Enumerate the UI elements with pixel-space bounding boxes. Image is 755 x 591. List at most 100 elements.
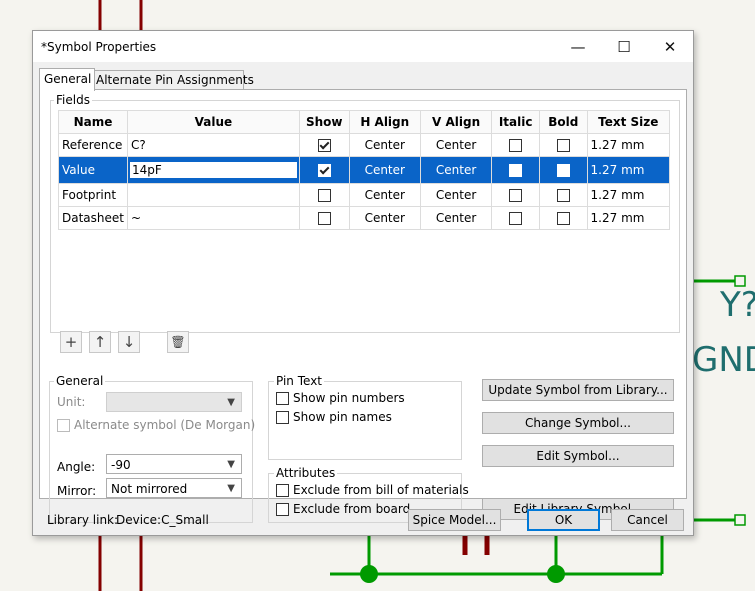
chevron-down-icon: ▼	[227, 459, 235, 470]
col-header-text-size[interactable]: Text Size	[586, 110, 671, 134]
exclude-board-label[interactable]: Exclude from board	[293, 502, 410, 516]
minimize-icon[interactable]: —	[555, 31, 601, 62]
italic-checkbox[interactable]	[509, 164, 523, 177]
v-align-cell[interactable]: Center	[419, 183, 493, 207]
exclude-bom-row[interactable]: Exclude from bill of materials	[276, 483, 469, 497]
show-pin-names-checkbox[interactable]	[276, 410, 289, 424]
bold-cell[interactable]	[538, 133, 588, 157]
italic-cell[interactable]	[491, 183, 540, 207]
field-name-cell[interactable]: Footprint	[58, 183, 128, 207]
italic-checkbox[interactable]	[509, 189, 523, 202]
italic-cell[interactable]	[491, 206, 540, 230]
ok-button[interactable]: OK	[527, 509, 600, 531]
angle-value: -90	[111, 458, 131, 472]
show-checkbox[interactable]	[317, 139, 331, 152]
angle-label: Angle:	[57, 460, 96, 474]
exclude-board-checkbox[interactable]	[276, 502, 289, 516]
value-cell-editor[interactable]: 14pF	[129, 162, 297, 178]
symbol-properties-dialog: *Symbol Properties — ☐ ✕ General Alterna…	[32, 30, 694, 536]
italic-checkbox[interactable]	[509, 139, 523, 152]
show-checkbox[interactable]	[317, 164, 331, 177]
col-header-value[interactable]: Value	[126, 110, 300, 134]
field-name-cell[interactable]: Value	[58, 156, 128, 184]
show-cell[interactable]	[298, 183, 350, 207]
exclude-bom-checkbox[interactable]	[276, 483, 289, 497]
cancel-button[interactable]: Cancel	[611, 509, 684, 531]
add-field-icon[interactable]: +	[60, 331, 82, 353]
field-value-cell[interactable]: 14pF	[126, 156, 300, 184]
bold-cell[interactable]	[538, 206, 588, 230]
italic-cell[interactable]	[491, 156, 540, 184]
trash-icon[interactable]: 🗑	[167, 331, 189, 353]
italic-cell[interactable]	[491, 133, 540, 157]
text-size-cell[interactable]: 1.27 mm	[586, 133, 671, 157]
h-align-cell[interactable]: Center	[348, 206, 421, 230]
table-row-selected[interactable]: Value 14pF Center Center 1.27 mm	[58, 156, 671, 184]
field-name-cell[interactable]: Reference	[58, 133, 128, 157]
show-checkbox[interactable]	[317, 212, 331, 225]
component-reference-text: Y?	[720, 285, 755, 325]
dialog-title: *Symbol Properties	[41, 40, 157, 54]
show-cell[interactable]	[298, 206, 350, 230]
general-tab-panel: Fields Name Value Show H Align V Align I…	[39, 89, 687, 523]
show-pin-names-label[interactable]: Show pin names	[293, 410, 392, 424]
fields-grid: Name Value Show H Align V Align Italic B…	[58, 110, 671, 230]
show-checkbox[interactable]	[317, 189, 331, 202]
h-align-cell[interactable]: Center	[348, 133, 421, 157]
show-pin-numbers-checkbox[interactable]	[276, 391, 289, 405]
italic-checkbox[interactable]	[509, 212, 523, 225]
col-header-bold[interactable]: Bold	[538, 110, 588, 134]
h-align-cell[interactable]: Center	[348, 156, 421, 184]
col-header-show[interactable]: Show	[298, 110, 350, 134]
field-name-cell[interactable]: Datasheet	[58, 206, 128, 230]
alternate-symbol-label: Alternate symbol (De Morgan)	[74, 418, 256, 432]
bold-cell[interactable]	[538, 183, 588, 207]
attributes-group-label: Attributes	[274, 466, 338, 480]
show-pin-numbers-label[interactable]: Show pin numbers	[293, 391, 405, 405]
spice-model-button[interactable]: Spice Model...	[408, 509, 501, 531]
bold-checkbox[interactable]	[556, 212, 570, 225]
field-value-cell[interactable]: C?	[126, 133, 300, 157]
v-align-cell[interactable]: Center	[419, 156, 493, 184]
h-align-cell[interactable]: Center	[348, 183, 421, 207]
text-size-cell[interactable]: 1.27 mm	[586, 156, 671, 184]
field-value-cell[interactable]	[126, 183, 300, 207]
edit-symbol-button[interactable]: Edit Symbol...	[482, 445, 674, 467]
table-row[interactable]: Datasheet ~ Center Center 1.27 mm	[58, 206, 671, 230]
v-align-cell[interactable]: Center	[419, 133, 493, 157]
table-row[interactable]: Footprint Center Center 1.27 mm	[58, 183, 671, 207]
chevron-down-icon: ▼	[227, 483, 235, 494]
bold-checkbox[interactable]	[556, 139, 570, 152]
show-pin-numbers-row[interactable]: Show pin numbers	[276, 391, 405, 405]
field-value-cell[interactable]: ~	[126, 206, 300, 230]
col-header-v-align[interactable]: V Align	[419, 110, 493, 134]
move-down-icon[interactable]: ↓	[118, 331, 140, 353]
col-header-name[interactable]: Name	[58, 110, 128, 134]
table-row[interactable]: Reference C? Center Center 1.27 mm	[58, 133, 671, 157]
text-size-cell[interactable]: 1.27 mm	[586, 183, 671, 207]
tab-general[interactable]: General	[39, 68, 95, 91]
close-icon[interactable]: ✕	[647, 31, 693, 62]
exclude-bom-label[interactable]: Exclude from bill of materials	[293, 483, 469, 497]
show-cell[interactable]	[298, 156, 350, 184]
title-bar: *Symbol Properties — ☐ ✕	[33, 31, 693, 62]
col-header-italic[interactable]: Italic	[491, 110, 540, 134]
v-align-cell[interactable]: Center	[419, 206, 493, 230]
text-size-cell[interactable]: 1.27 mm	[586, 206, 671, 230]
library-link-label: Library link:	[47, 513, 119, 527]
bold-checkbox[interactable]	[556, 189, 570, 202]
update-symbol-from-library-button[interactable]: Update Symbol from Library...	[482, 379, 674, 401]
fields-group-label: Fields	[54, 93, 92, 107]
angle-select[interactable]: -90 ▼	[106, 454, 242, 474]
bold-cell[interactable]	[538, 156, 588, 184]
exclude-board-row[interactable]: Exclude from board	[276, 502, 410, 516]
tab-alternate-pin-assignments[interactable]: Alternate Pin Assignments	[91, 70, 254, 90]
maximize-icon[interactable]: ☐	[601, 31, 647, 62]
bold-checkbox[interactable]	[556, 164, 570, 177]
show-cell[interactable]	[298, 133, 350, 157]
col-header-h-align[interactable]: H Align	[348, 110, 421, 134]
mirror-select[interactable]: Not mirrored ▼	[106, 478, 242, 498]
change-symbol-button[interactable]: Change Symbol...	[482, 412, 674, 434]
show-pin-names-row[interactable]: Show pin names	[276, 410, 392, 424]
move-up-icon[interactable]: ↑	[89, 331, 111, 353]
